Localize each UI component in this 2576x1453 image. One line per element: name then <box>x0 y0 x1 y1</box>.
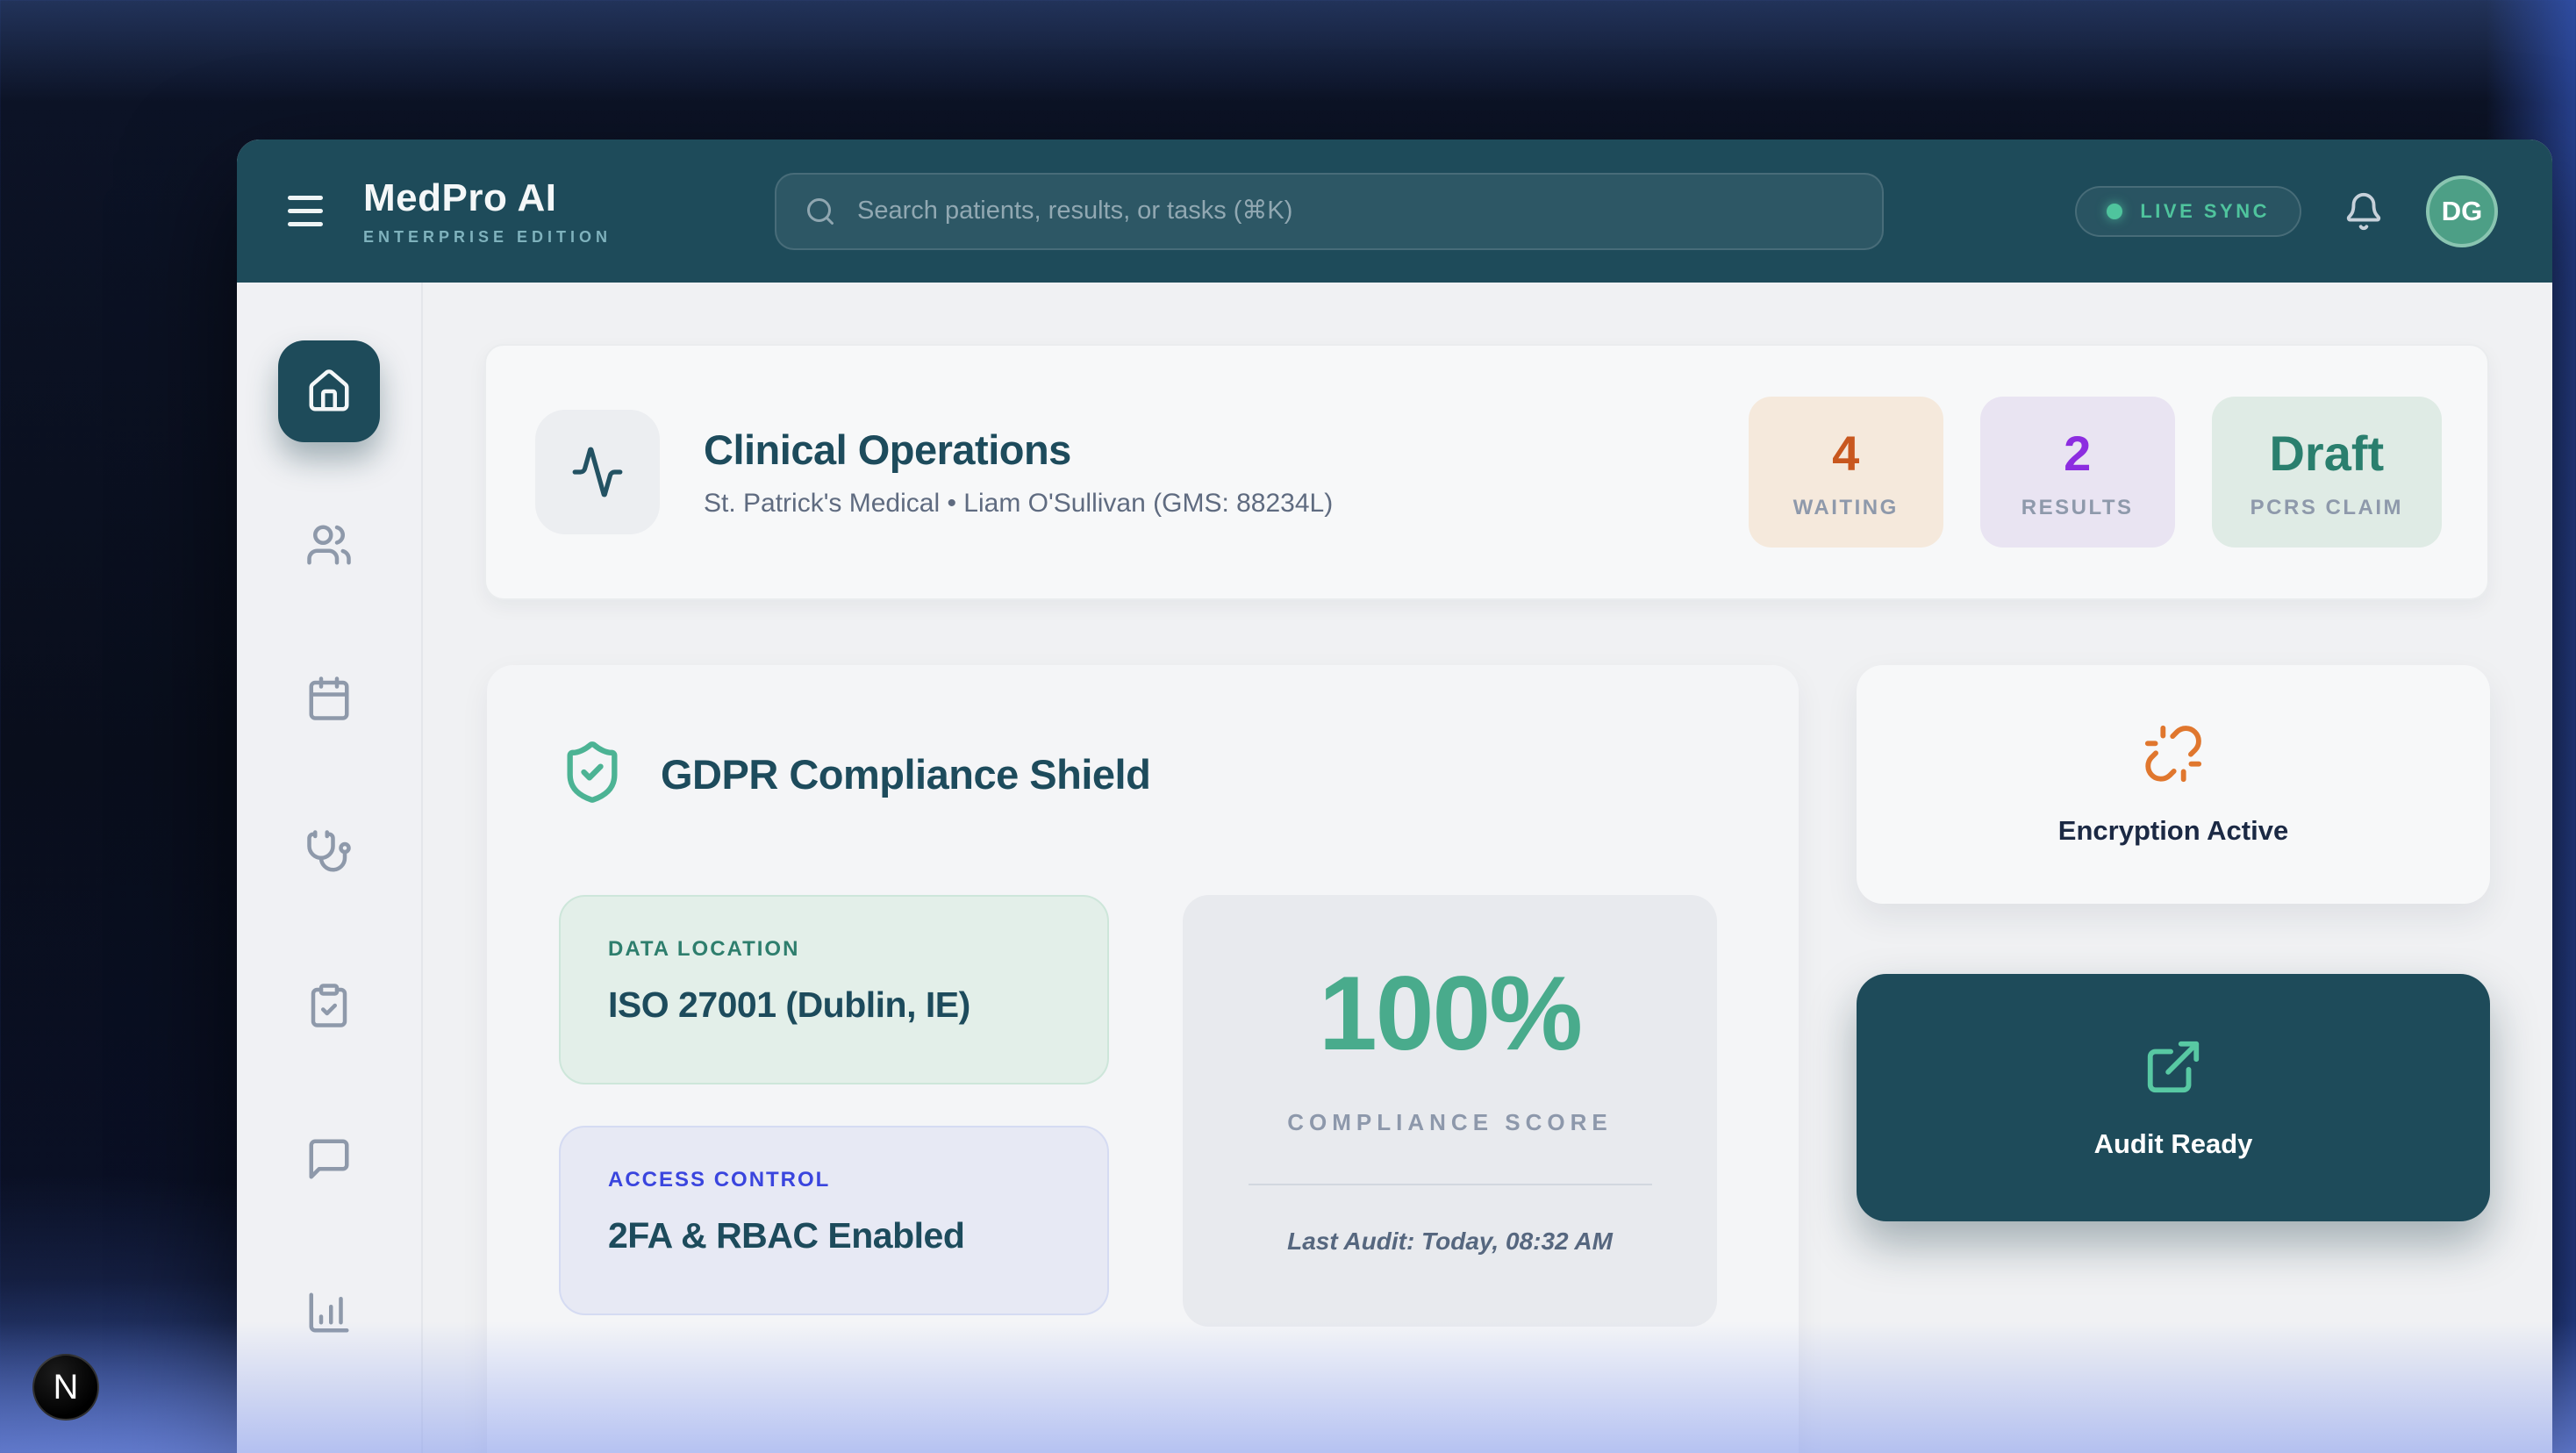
sidebar <box>237 283 423 1453</box>
home-icon <box>305 368 353 415</box>
stat-value: 4 <box>1832 425 1859 482</box>
page-subtitle: St. Patrick's Medical • Liam O'Sullivan … <box>704 489 1333 519</box>
gdpr-detail-column: DATA LOCATION ISO 27001 (Dublin, IE) ACC… <box>559 895 1109 1356</box>
external-link-icon <box>2143 1036 2204 1102</box>
bell-icon <box>2343 191 2384 232</box>
clinical-operations-card: Clinical Operations St. Patrick's Medica… <box>484 344 2489 600</box>
sync-status-label: LIVE SYNC <box>2140 200 2270 223</box>
audit-ready-button[interactable]: Audit Ready <box>1857 974 2490 1221</box>
app-header: MedPro AI ENTERPRISE EDITION LIVE SYNC D… <box>237 140 2552 283</box>
gdpr-title-row: GDPR Compliance Shield <box>559 739 1727 810</box>
bar-chart-icon <box>305 1289 353 1336</box>
app-logo: MedPro AI ENTERPRISE EDITION <box>363 176 612 247</box>
sidebar-item-analytics[interactable] <box>278 1262 380 1364</box>
access-control-label: ACCESS CONTROL <box>608 1168 1060 1192</box>
calendar-icon <box>305 675 353 722</box>
search-icon <box>805 196 836 227</box>
encryption-status-label: Encryption Active <box>2058 815 2288 847</box>
encryption-status-card: Encryption Active <box>1857 665 2490 904</box>
app-subtitle: ENTERPRISE EDITION <box>363 228 612 247</box>
stat-row: 4 WAITING 2 RESULTS Draft PCRS CLAIM <box>1749 397 2442 548</box>
sidebar-item-clinical[interactable] <box>278 801 380 903</box>
compliance-score-label: COMPLIANCE SCORE <box>1287 1109 1612 1136</box>
main-content: Clinical Operations St. Patrick's Medica… <box>423 283 2552 1453</box>
activity-icon <box>570 445 625 499</box>
gdpr-compliance-panel: GDPR Compliance Shield DATA LOCATION ISO… <box>487 665 1799 1453</box>
app-window: MedPro AI ENTERPRISE EDITION LIVE SYNC D… <box>237 140 2552 1453</box>
compliance-score-card: 100% COMPLIANCE SCORE Last Audit: Today,… <box>1183 895 1717 1327</box>
header-actions: LIVE SYNC DG <box>2075 175 2498 247</box>
access-control-value: 2FA & RBAC Enabled <box>608 1215 1060 1256</box>
users-icon <box>305 521 353 569</box>
app-title: MedPro AI <box>363 176 612 220</box>
stethoscope-icon <box>305 828 353 876</box>
global-search[interactable] <box>775 173 1884 250</box>
compliance-score-value: 100% <box>1319 953 1581 1074</box>
stat-value: Draft <box>2269 425 2384 482</box>
stat-waiting: 4 WAITING <box>1749 397 1943 548</box>
sidebar-item-calendar[interactable] <box>278 648 380 749</box>
divider <box>1249 1184 1652 1185</box>
search-input[interactable] <box>857 197 1854 225</box>
stat-label: PCRS CLAIM <box>2250 496 2403 520</box>
audit-ready-label: Audit Ready <box>2094 1128 2253 1160</box>
status-column: Encryption Active Audit Ready <box>1857 665 2490 1221</box>
notifications-button[interactable] <box>2343 191 2384 232</box>
unlink-icon <box>2143 723 2204 789</box>
live-sync-badge: LIVE SYNC <box>2075 186 2301 237</box>
data-location-value: ISO 27001 (Dublin, IE) <box>608 984 1060 1026</box>
menu-icon[interactable] <box>288 196 323 226</box>
shield-check-icon <box>559 739 626 810</box>
clipboard-check-icon <box>305 982 353 1029</box>
sidebar-item-patients[interactable] <box>278 494 380 596</box>
app-body: Clinical Operations St. Patrick's Medica… <box>237 283 2552 1453</box>
gdpr-title: GDPR Compliance Shield <box>661 750 1150 798</box>
sync-status-dot <box>2107 204 2122 219</box>
stat-label: RESULTS <box>2021 496 2134 520</box>
stat-label: WAITING <box>1793 496 1899 520</box>
data-location-label: DATA LOCATION <box>608 937 1060 962</box>
sidebar-item-messages[interactable] <box>278 1108 380 1210</box>
stat-value: 2 <box>2064 425 2091 482</box>
stat-results: 2 RESULTS <box>1980 397 2175 548</box>
data-location-card: DATA LOCATION ISO 27001 (Dublin, IE) <box>559 895 1109 1084</box>
last-audit-text: Last Audit: Today, 08:32 AM <box>1287 1228 1613 1256</box>
user-avatar[interactable]: DG <box>2426 175 2498 247</box>
activity-icon-tile <box>535 410 660 534</box>
sidebar-item-tasks[interactable] <box>278 955 380 1056</box>
page-title: Clinical Operations <box>704 426 1333 474</box>
access-control-card: ACCESS CONTROL 2FA & RBAC Enabled <box>559 1126 1109 1315</box>
nextjs-dev-badge[interactable]: N <box>32 1354 99 1421</box>
chat-icon <box>305 1135 353 1183</box>
clinical-heading: Clinical Operations St. Patrick's Medica… <box>704 426 1333 519</box>
sidebar-item-home[interactable] <box>278 340 380 442</box>
stat-pcrs-claim: Draft PCRS CLAIM <box>2212 397 2442 548</box>
